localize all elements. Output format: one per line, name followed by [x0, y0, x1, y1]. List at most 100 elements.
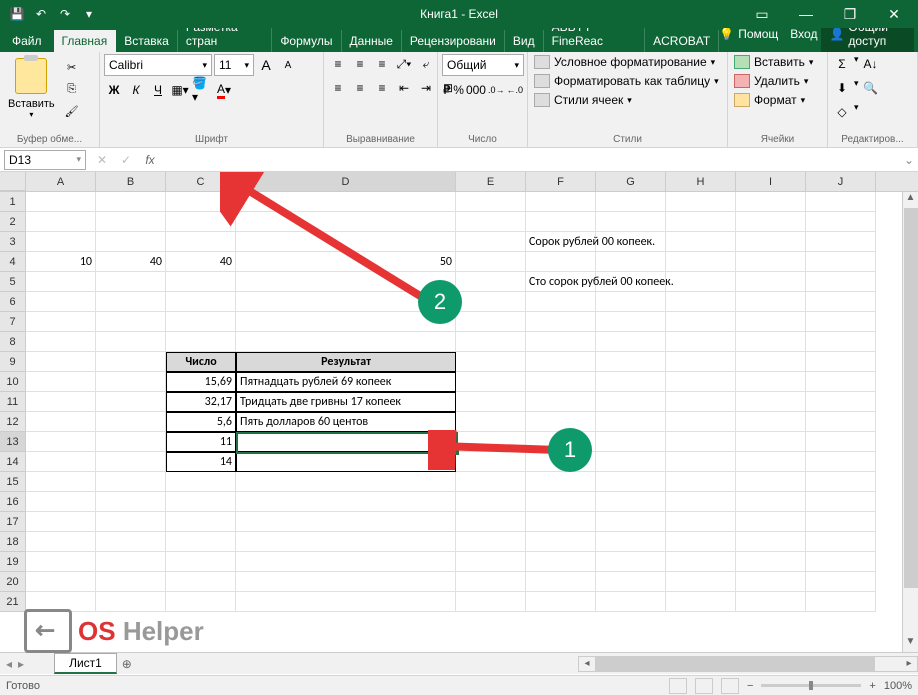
cell-I18[interactable]	[736, 532, 806, 552]
cell-F15[interactable]	[526, 472, 596, 492]
cell-J18[interactable]	[806, 532, 876, 552]
cell-C19[interactable]	[166, 552, 236, 572]
hscroll-thumb[interactable]	[595, 657, 875, 671]
sheet-nav-prev-icon[interactable]: ◂	[0, 657, 18, 671]
cell-B1[interactable]	[96, 192, 166, 212]
cell-C7[interactable]	[166, 312, 236, 332]
col-header-j[interactable]: J	[806, 172, 876, 191]
row-header[interactable]: 10	[0, 372, 26, 392]
sheet-tab-1[interactable]: Лист1	[54, 653, 117, 674]
cell-B16[interactable]	[96, 492, 166, 512]
row-header[interactable]: 8	[0, 332, 26, 352]
col-header-b[interactable]: B	[96, 172, 166, 191]
cell-I1[interactable]	[736, 192, 806, 212]
cell-J14[interactable]	[806, 452, 876, 472]
cell-A13[interactable]	[26, 432, 96, 452]
cell-F9[interactable]	[526, 352, 596, 372]
cell-G3[interactable]	[596, 232, 666, 252]
cell-I14[interactable]	[736, 452, 806, 472]
cell-E14[interactable]	[456, 452, 526, 472]
comma-icon[interactable]: 000	[466, 80, 486, 100]
cell-A7[interactable]	[26, 312, 96, 332]
align-right-icon[interactable]: ≡	[372, 78, 392, 98]
cell-D17[interactable]	[236, 512, 456, 532]
cell-A15[interactable]	[26, 472, 96, 492]
cell-A4[interactable]: 10	[26, 252, 96, 272]
normal-view-icon[interactable]	[669, 678, 687, 694]
cell-E8[interactable]	[456, 332, 526, 352]
cell-G15[interactable]	[596, 472, 666, 492]
cell-B4[interactable]: 40	[96, 252, 166, 272]
row-header[interactable]: 13	[0, 432, 26, 452]
cell-G1[interactable]	[596, 192, 666, 212]
shrink-font-icon[interactable]: A	[278, 55, 298, 75]
cell-E18[interactable]	[456, 532, 526, 552]
cell-B13[interactable]	[96, 432, 166, 452]
tab-view[interactable]: Вид	[505, 30, 544, 52]
cell-D14[interactable]	[236, 452, 456, 472]
cell-C1[interactable]	[166, 192, 236, 212]
inc-indent-icon[interactable]: ⇥	[416, 78, 436, 98]
col-header-g[interactable]: G	[596, 172, 666, 191]
cell-B3[interactable]	[96, 232, 166, 252]
cell-B14[interactable]	[96, 452, 166, 472]
align-left-icon[interactable]: ≡	[328, 78, 348, 98]
cell-I16[interactable]	[736, 492, 806, 512]
cell-F17[interactable]	[526, 512, 596, 532]
cell-I2[interactable]	[736, 212, 806, 232]
format-as-table-button[interactable]: Форматировать как таблицу▾	[532, 73, 721, 89]
cell-F11[interactable]	[526, 392, 596, 412]
cell-C13[interactable]: 11	[166, 432, 236, 452]
cell-B7[interactable]	[96, 312, 166, 332]
cell-A10[interactable]	[26, 372, 96, 392]
cell-G6[interactable]	[596, 292, 666, 312]
zoom-out-icon[interactable]: −	[747, 680, 753, 692]
cell-H13[interactable]	[666, 432, 736, 452]
cell-C14[interactable]: 14	[166, 452, 236, 472]
cell-J1[interactable]	[806, 192, 876, 212]
cell-I13[interactable]	[736, 432, 806, 452]
cell-H21[interactable]	[666, 592, 736, 612]
row-header[interactable]: 9	[0, 352, 26, 372]
cell-G5[interactable]	[596, 272, 666, 292]
cell-E1[interactable]	[456, 192, 526, 212]
insert-cells-button[interactable]: Вставить▾	[732, 54, 815, 70]
cell-D11[interactable]: Тридцать две гривны 17 копеек	[236, 392, 456, 412]
cell-I4[interactable]	[736, 252, 806, 272]
cell-F1[interactable]	[526, 192, 596, 212]
tab-file[interactable]: Файл	[0, 30, 54, 52]
tab-review[interactable]: Рецензировани	[402, 30, 505, 52]
fill-icon[interactable]: ⬇	[832, 78, 852, 98]
enter-formula-icon[interactable]: ✓	[114, 150, 138, 170]
delete-cells-button[interactable]: Удалить▾	[732, 73, 810, 89]
tab-acrobat[interactable]: ACROBAT	[645, 30, 719, 52]
cell-E5[interactable]	[456, 272, 526, 292]
cell-J11[interactable]	[806, 392, 876, 412]
cell-G7[interactable]	[596, 312, 666, 332]
cell-E10[interactable]	[456, 372, 526, 392]
cell-J20[interactable]	[806, 572, 876, 592]
maximize-button[interactable]: ❐	[830, 0, 870, 28]
cell-C6[interactable]	[166, 292, 236, 312]
cell-G4[interactable]	[596, 252, 666, 272]
cell-H14[interactable]	[666, 452, 736, 472]
cell-E6[interactable]	[456, 292, 526, 312]
cell-D16[interactable]	[236, 492, 456, 512]
cell-H5[interactable]	[666, 272, 736, 292]
cell-E2[interactable]	[456, 212, 526, 232]
col-header-d[interactable]: D	[236, 172, 456, 191]
col-header-i[interactable]: I	[736, 172, 806, 191]
cell-D5[interactable]	[236, 272, 456, 292]
format-cells-button[interactable]: Формат▾	[732, 92, 807, 108]
find-icon[interactable]: 🔍	[861, 78, 881, 98]
orientation-icon[interactable]: ⤢▾	[394, 54, 414, 74]
cell-A18[interactable]	[26, 532, 96, 552]
align-top-icon[interactable]: ≡	[328, 54, 348, 74]
cell-G2[interactable]	[596, 212, 666, 232]
cell-B2[interactable]	[96, 212, 166, 232]
cell-E19[interactable]	[456, 552, 526, 572]
cell-G13[interactable]	[596, 432, 666, 452]
cell-H10[interactable]	[666, 372, 736, 392]
row-header[interactable]: 3	[0, 232, 26, 252]
scroll-right-icon[interactable]: ▸	[901, 658, 917, 669]
